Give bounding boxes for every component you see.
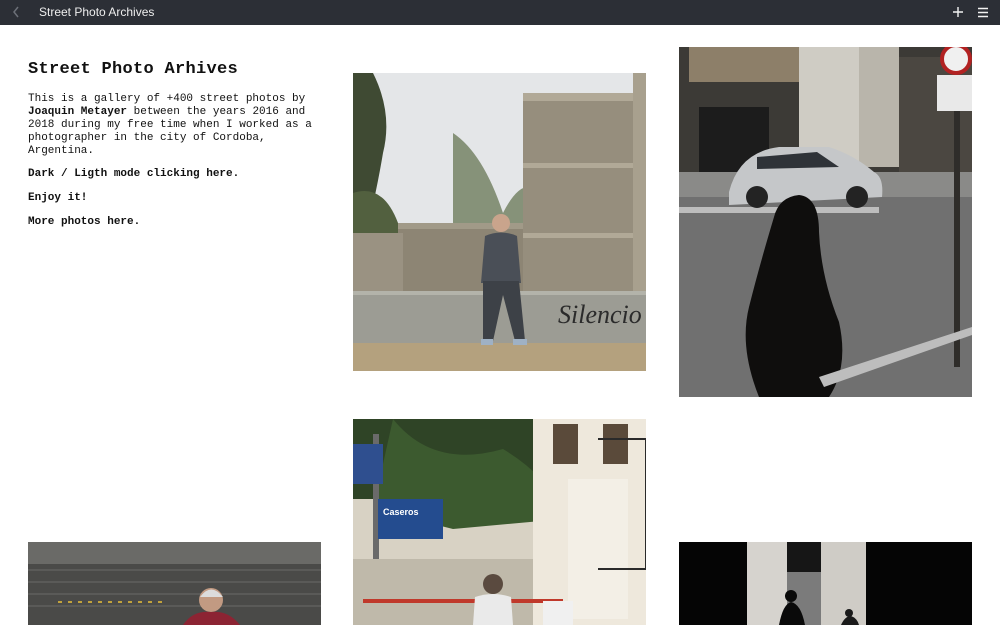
photo-image: Caseros (353, 419, 646, 625)
photo-street-sign[interactable]: Caseros (353, 419, 646, 625)
plus-icon (953, 7, 963, 17)
photo-image (679, 47, 972, 397)
title-bar: Street Photo Archives (0, 0, 1000, 25)
dark-light-mode-link[interactable]: Dark / Ligth mode clicking here. (28, 168, 239, 180)
intro-description: This is a gallery of +400 street photos … (28, 93, 328, 158)
chevron-left-icon (13, 6, 19, 18)
photo-image (28, 542, 321, 625)
back-button[interactable] (8, 3, 24, 21)
page-title: Street Photo Arhives (28, 60, 239, 79)
window-title: Street Photo Archives (39, 5, 155, 19)
author-name: Joaquin Metayer (28, 106, 128, 118)
photo-dark-doorway[interactable] (679, 542, 972, 625)
photo-image: Silencio (353, 73, 646, 371)
street-sign-text: Caseros (383, 507, 419, 517)
photo-car-silhouette[interactable] (679, 47, 972, 397)
desc-text-start: This is a gallery of +400 street photos … (28, 93, 306, 105)
add-button[interactable] (949, 3, 967, 21)
menu-button[interactable] (974, 3, 992, 21)
intro-section: Street Photo Arhives This is a gallery o… (28, 60, 328, 240)
more-photos-link[interactable]: More photos here. (28, 216, 140, 228)
photo-man-red-shirt[interactable] (28, 542, 321, 625)
hamburger-menu-icon (978, 7, 988, 17)
photo-man-on-wall[interactable]: Silencio (353, 73, 646, 371)
photo-image (679, 542, 972, 625)
wall-graffiti-text: Silencio (558, 300, 642, 329)
enjoy-text: Enjoy it! (28, 192, 88, 204)
